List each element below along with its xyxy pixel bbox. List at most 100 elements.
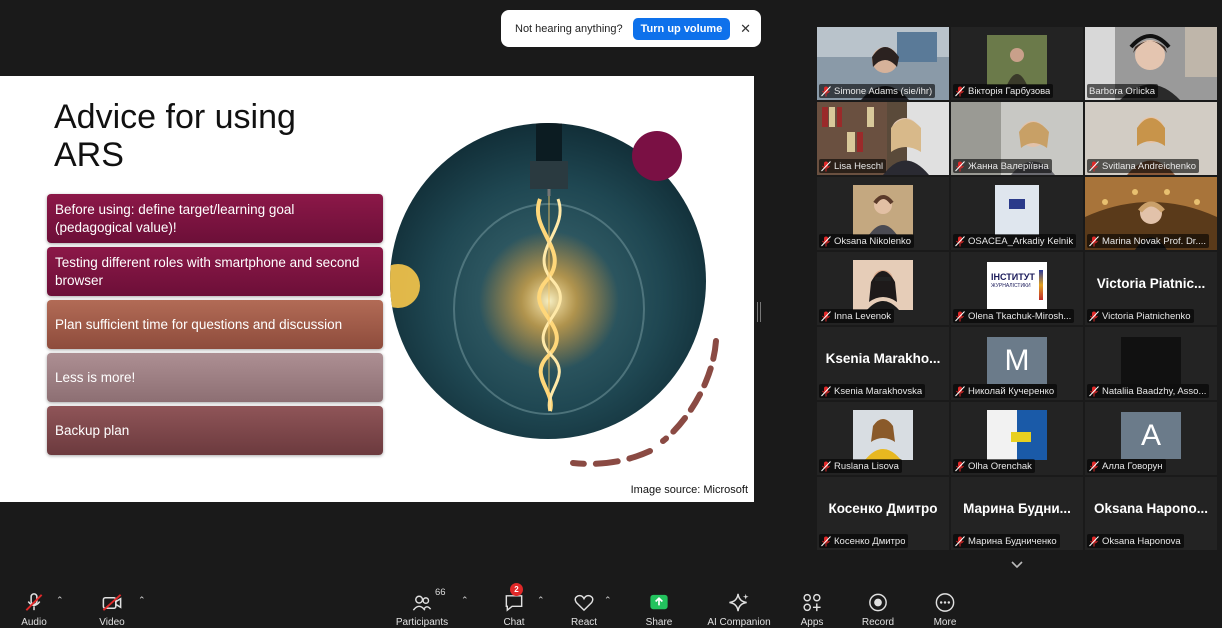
zoom-meeting-window: Not hearing anything? Turn up volume ✕ A…: [0, 0, 1222, 628]
mic-muted-icon: [955, 235, 965, 246]
audio-button[interactable]: Audio: [18, 585, 50, 628]
video-button[interactable]: Video: [96, 585, 128, 628]
participant-nameplate: Oksana Haponova: [1087, 534, 1184, 548]
participant-tile[interactable]: Victoria Piatnic... Victoria Piatnichenk…: [1085, 252, 1217, 325]
heart-icon: [574, 594, 594, 612]
record-label: Record: [861, 617, 895, 628]
participant-tile[interactable]: Ksenia Marakho... Ksenia Marakhovska: [817, 327, 949, 400]
participant-name: Nataliia Baadzhy, Asso...: [1102, 385, 1207, 397]
participant-tile[interactable]: Svitlana Andreichenko: [1085, 102, 1217, 175]
participant-tile[interactable]: Olha Orenchak: [951, 402, 1083, 475]
apps-label: Apps: [800, 617, 824, 628]
record-icon: [869, 593, 887, 612]
participant-nameplate: Olha Orenchak: [953, 459, 1035, 473]
share-button[interactable]: Share: [642, 585, 676, 628]
mic-muted-icon: [1089, 385, 1099, 396]
mic-muted-icon: [821, 85, 831, 96]
chat-options-chevron-up-icon[interactable]: ⌃: [537, 595, 545, 606]
participant-tile[interactable]: Марина Будни... Марина Будниченко: [951, 477, 1083, 550]
gallery-next-page-chevron-down-icon[interactable]: [1010, 559, 1024, 571]
participants-button[interactable]: 66 Participants: [393, 585, 451, 628]
sparkle-icon: [729, 593, 749, 612]
split-view-resize-handle[interactable]: [757, 302, 761, 322]
mic-muted-icon: [955, 535, 965, 546]
participant-nameplate: Marina Novak Prof. Dr....: [1087, 234, 1210, 248]
participant-name: Marina Novak Prof. Dr....: [1102, 235, 1207, 247]
mic-muted-icon: [955, 310, 965, 321]
participant-tile[interactable]: Oksana Hapono... Oksana Haponova: [1085, 477, 1217, 550]
institute-logo-avatar: ІНСТИТУТ ЖУРНАЛІСТИКИ: [987, 262, 1047, 309]
participant-tile[interactable]: Simone Adams (sie/ihr): [817, 27, 949, 100]
mic-muted-icon: [955, 385, 965, 396]
share-label: Share: [645, 617, 673, 628]
mic-muted-icon: [1089, 535, 1099, 546]
participant-tile[interactable]: Lisa Heschl: [817, 102, 949, 175]
ai-companion-button[interactable]: AI Companion: [705, 585, 773, 628]
participant-nameplate: Simone Adams (sie/ihr): [819, 84, 936, 98]
participant-tile[interactable]: Косенко Дмитро Косенко Дмитро: [817, 477, 949, 550]
participant-nameplate: Victoria Piatnichenko: [1087, 309, 1194, 323]
participant-name: Ksenia Marakhovska: [834, 385, 923, 397]
slide-bullet: Less is more!: [47, 353, 383, 402]
video-label: Video: [99, 617, 125, 628]
mic-muted-icon: [821, 460, 831, 471]
participant-nameplate: Oksana Nikolenko: [819, 234, 915, 248]
participant-name: Oksana Haponova: [1102, 535, 1181, 547]
participant-nameplate: Ruslana Lisova: [819, 459, 902, 473]
participant-tile[interactable]: Inna Levenok: [817, 252, 949, 325]
mic-muted-icon: [821, 535, 831, 546]
participant-nameplate: Lisa Heschl: [819, 159, 887, 173]
avatar-initial: M: [987, 337, 1047, 384]
participant-tile[interactable]: Вікторія Гарбузова: [951, 27, 1083, 100]
participant-nameplate: Ksenia Marakhovska: [819, 384, 926, 398]
participant-tile[interactable]: Жанна Валеріївна: [951, 102, 1083, 175]
video-options-chevron-up-icon[interactable]: ⌃: [138, 595, 146, 606]
participant-nameplate: Косенко Дмитро: [819, 534, 909, 548]
participant-tile[interactable]: A Алла Говорун: [1085, 402, 1217, 475]
participant-tile[interactable]: Nataliia Baadzhy, Asso...: [1085, 327, 1217, 400]
participant-tile[interactable]: Ruslana Lisova: [817, 402, 949, 475]
mic-muted-icon: [1089, 235, 1099, 246]
participant-name: Николай Кучеренко: [968, 385, 1055, 397]
participant-name: Svitlana Andreichenko: [1102, 160, 1197, 172]
more-button[interactable]: More: [929, 585, 961, 628]
participant-tile[interactable]: OSACEA_Arkadiy Kelnik: [951, 177, 1083, 250]
participant-nameplate: Марина Будниченко: [953, 534, 1060, 548]
chat-button[interactable]: 2 Chat: [498, 583, 530, 628]
participant-tile[interactable]: Oksana Nikolenko: [817, 177, 949, 250]
mic-muted-icon: [821, 235, 831, 246]
participant-display-name: Марина Будни...: [963, 501, 1071, 516]
participant-name: Жанна Валеріївна: [968, 160, 1049, 172]
image-source-caption: Image source: Microsoft: [630, 484, 748, 496]
participant-tile[interactable]: M Николай Кучеренко: [951, 327, 1083, 400]
notification-text: Not hearing anything?: [515, 22, 623, 35]
record-button[interactable]: Record: [860, 585, 896, 628]
slide-bullet: Plan sufficient time for questions and d…: [47, 300, 383, 349]
participant-tile-active-speaker[interactable]: Barbora Orlicka: [1085, 27, 1217, 100]
participant-nameplate: Olena Tkachuk-Mirosh...: [953, 309, 1075, 323]
mic-muted-icon: [955, 460, 965, 471]
ai-companion-label: AI Companion: [707, 617, 771, 628]
mic-muted-icon: [1089, 460, 1099, 471]
apps-button[interactable]: Apps: [796, 585, 828, 628]
participant-tile[interactable]: ІНСТИТУТ ЖУРНАЛІСТИКИ Olena Tkachuk-Miro…: [951, 252, 1083, 325]
audio-options-chevron-up-icon[interactable]: ⌃: [56, 595, 64, 606]
participant-gallery: Simone Adams (sie/ihr) Вікторія Гарбузов…: [817, 27, 1219, 552]
participants-label: Participants: [395, 617, 449, 628]
participant-name: Barbora Orlicka: [1089, 85, 1155, 97]
participant-display-name: Ksenia Marakho...: [825, 351, 941, 366]
mic-muted-icon: [821, 160, 831, 171]
react-button[interactable]: React: [568, 585, 600, 628]
participant-name: Lisa Heschl: [834, 160, 884, 172]
slide-bullet: Testing different roles with smartphone …: [47, 247, 383, 296]
participant-name: Inna Levenok: [834, 310, 892, 322]
participant-nameplate: Жанна Валеріївна: [953, 159, 1052, 173]
participants-options-chevron-up-icon[interactable]: ⌃: [461, 595, 469, 606]
close-icon[interactable]: ✕: [740, 21, 751, 37]
participant-tile[interactable]: Marina Novak Prof. Dr....: [1085, 177, 1217, 250]
participant-name: Косенко Дмитро: [834, 535, 906, 547]
chat-unread-badge: 2: [510, 583, 523, 596]
avatar-initial: A: [1121, 412, 1181, 459]
react-options-chevron-up-icon[interactable]: ⌃: [604, 595, 612, 606]
turn-up-volume-button[interactable]: Turn up volume: [632, 17, 731, 40]
